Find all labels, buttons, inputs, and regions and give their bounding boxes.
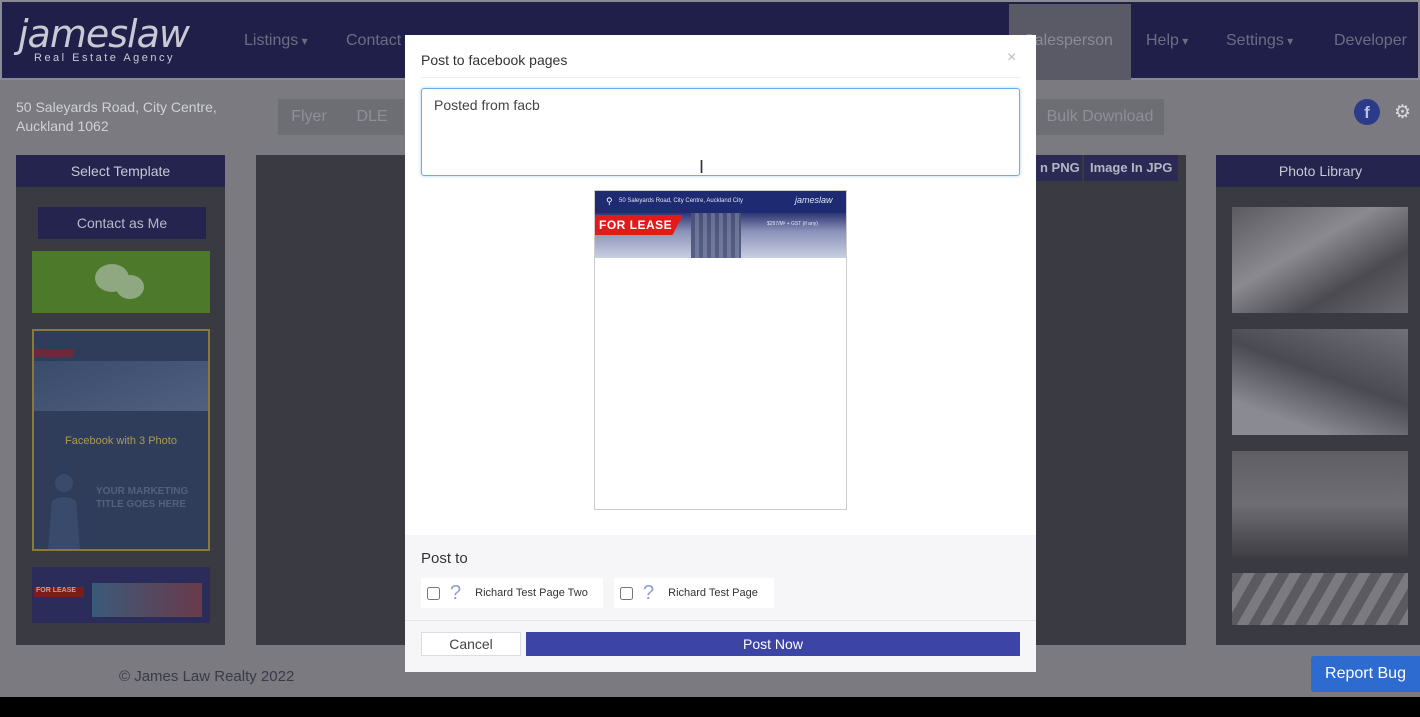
facebook-3-photo-template[interactable]: Facebook with 3 Photo YOUR MARKETING TIT… [32, 329, 210, 551]
nav-help[interactable]: Help [1146, 32, 1188, 50]
bulk-download-button[interactable]: Bulk Download [1036, 99, 1164, 135]
page-option-richard-test-page[interactable]: ? Richard Test Page [614, 578, 774, 608]
page-label-richard-test-page: Richard Test Page [668, 587, 758, 599]
preview-building-photo [691, 213, 741, 258]
address-line-2: Auckland 1062 [16, 118, 109, 134]
nav-contact[interactable]: Contact [346, 32, 401, 50]
modal-divider [421, 77, 1020, 78]
facebook-icon[interactable]: f [1354, 99, 1380, 125]
property-strip-template[interactable]: FOR LEASE [32, 567, 210, 623]
template-photo-area [34, 361, 208, 411]
nav-developer[interactable]: Developer [1334, 32, 1407, 50]
logo-main-text: jameslaw [18, 12, 190, 56]
template-lease-tag [34, 349, 74, 357]
address-line-1: 50 Saleyards Road, City Centre, [16, 99, 217, 115]
photo-library-panel: Photo Library [1216, 155, 1420, 645]
close-icon[interactable]: × [1007, 49, 1016, 67]
dle-button[interactable]: DLE [340, 99, 404, 135]
page-checkbox-richard-test-page[interactable] [620, 586, 633, 600]
page-checkbox-richard-test-page-two[interactable] [427, 586, 440, 600]
preview-banner: ⚲ 50 Saleyards Road, City Centre, Auckla… [595, 191, 846, 258]
cancel-button[interactable]: Cancel [421, 632, 521, 656]
nav-listings[interactable]: Listings [244, 32, 308, 50]
preview-logo: jameslaw [795, 195, 833, 205]
library-photo-4[interactable] [1232, 573, 1408, 625]
post-to-facebook-modal: Post to facebook pages × I ⚲ 50 Saleyard… [405, 35, 1036, 672]
post-to-section: Post to ? Richard Test Page Two ? Richar… [405, 535, 1036, 672]
template-marketing-title: YOUR MARKETING TITLE GOES HERE [96, 485, 188, 511]
template-title-line-1: YOUR MARKETING [96, 486, 189, 497]
location-pin-icon: ⚲ [606, 196, 613, 206]
text-cursor-icon: I [699, 157, 705, 177]
library-photo-3[interactable] [1232, 451, 1408, 557]
image-jpg-button[interactable]: Image In JPG [1084, 155, 1179, 181]
template-panel: Select Template Contact as Me Facebook w… [16, 155, 225, 645]
question-icon: ? [643, 581, 655, 604]
image-png-button[interactable]: n PNG [1036, 155, 1082, 181]
wechat-template[interactable] [32, 251, 210, 313]
nav-settings[interactable]: Settings [1226, 32, 1293, 50]
post-message-input[interactable] [421, 88, 1020, 176]
gear-icon[interactable]: ⚙ [1394, 101, 1411, 124]
person-silhouette-icon [48, 474, 80, 549]
footer-divider [405, 620, 1036, 621]
nav-salesperson[interactable]: Salesperson [1024, 32, 1113, 50]
post-to-label: Post to [421, 550, 468, 567]
library-photo-1[interactable] [1232, 207, 1408, 313]
preview-price: $297/M² + GST (if any) [767, 221, 818, 227]
page-option-richard-test-page-two[interactable]: ? Richard Test Page Two [421, 578, 603, 608]
flyer-button[interactable]: Flyer [278, 99, 340, 135]
preview-for-lease-badge: FOR LEASE [595, 215, 683, 235]
template-title-line-2: TITLE GOES HERE [96, 499, 187, 510]
strip-photo [92, 583, 202, 617]
wechat-icon [95, 264, 144, 299]
logo-sub-text: Real Estate Agency [34, 52, 176, 64]
post-now-button[interactable]: Post Now [526, 632, 1020, 656]
template-label: Facebook with 3 Photo [65, 435, 177, 447]
post-image-preview: ⚲ 50 Saleyards Road, City Centre, Auckla… [594, 190, 847, 510]
company-logo[interactable]: jameslaw Real Estate Agency [18, 12, 218, 68]
question-icon: ? [450, 581, 462, 604]
preview-address: 50 Saleyards Road, City Centre, Auckland… [619, 198, 744, 204]
template-panel-title: Select Template [16, 155, 225, 187]
strip-lease-tag: FOR LEASE [34, 587, 84, 597]
property-address: 50 Saleyards Road, City Centre, Auckland… [16, 98, 236, 136]
canvas-left-area [256, 155, 406, 645]
page-label-richard-test-page-two: Richard Test Page Two [475, 587, 588, 599]
modal-title: Post to facebook pages [421, 52, 568, 68]
report-bug-button[interactable]: Report Bug [1311, 656, 1420, 692]
photo-library-title: Photo Library [1216, 155, 1420, 187]
library-photo-2[interactable] [1232, 329, 1408, 435]
contact-as-me-button[interactable]: Contact as Me [38, 207, 206, 239]
app-window: jameslaw Real Estate Agency Listings Con… [0, 0, 1420, 697]
footer-copyright: © James Law Realty 2022 [119, 668, 295, 685]
canvas-right-area [1036, 155, 1186, 645]
